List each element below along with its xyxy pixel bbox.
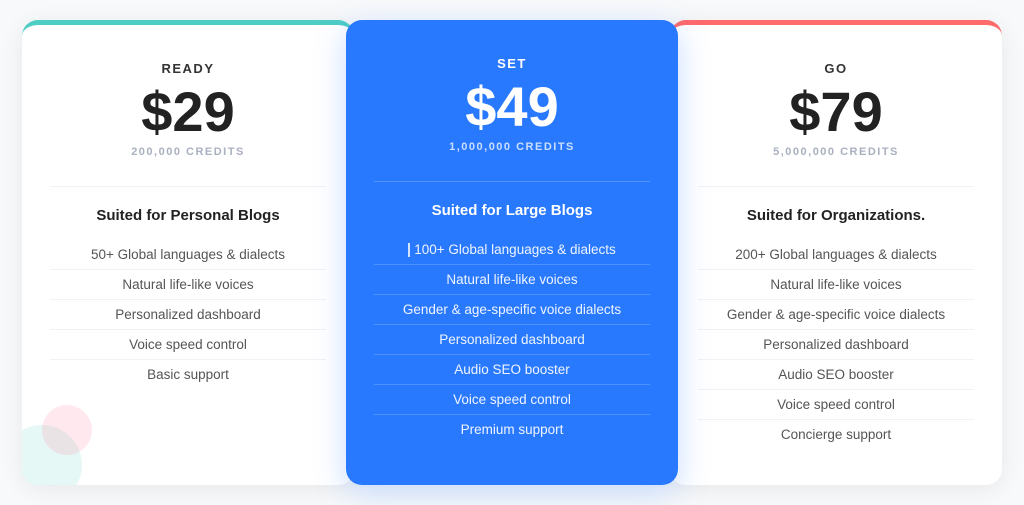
feature-item: Voice speed control — [374, 385, 650, 415]
cursor-bar — [408, 243, 410, 257]
plan-price-set: $49 — [465, 79, 558, 135]
plan-credits-go: 5,000,000 CREDITS — [773, 146, 899, 158]
feature-item: 50+ Global languages & dialects — [50, 240, 326, 270]
feature-item: Personalized dashboard — [50, 300, 326, 330]
plan-divider-set — [374, 181, 650, 182]
plan-name-ready: READY — [161, 61, 214, 76]
plan-card-set: SET $49 1,000,000 CREDITS Suited for Large … — [346, 20, 678, 485]
plan-credits-set: 1,000,000 CREDITS — [449, 141, 575, 153]
plan-price-ready: $29 — [141, 84, 234, 140]
plan-features-set: 100+ Global languages & dialectsNatural … — [374, 235, 650, 444]
feature-item: Natural life-like voices — [698, 270, 974, 300]
plan-price-go: $79 — [789, 84, 882, 140]
plan-credits-ready: 200,000 CREDITS — [131, 146, 245, 158]
feature-item: 200+ Global languages & dialects — [698, 240, 974, 270]
plan-card-go: GO $79 5,000,000 CREDITS Suited for Organiz… — [670, 20, 1002, 485]
feature-item: Personalized dashboard — [698, 330, 974, 360]
feature-item: Concierge support — [698, 420, 974, 449]
decoration-circle-2 — [42, 405, 92, 455]
plan-divider-go — [698, 186, 974, 187]
feature-item: Basic support — [50, 360, 326, 389]
plan-name-set: SET — [497, 56, 527, 71]
feature-item: 100+ Global languages & dialects — [374, 235, 650, 265]
feature-item: Gender & age-specific voice dialects — [374, 295, 650, 325]
feature-item: Audio SEO booster — [374, 355, 650, 385]
feature-item: Voice speed control — [698, 390, 974, 420]
feature-item: Audio SEO booster — [698, 360, 974, 390]
feature-item: Personalized dashboard — [374, 325, 650, 355]
feature-item: Voice speed control — [50, 330, 326, 360]
feature-item: Premium support — [374, 415, 650, 444]
plan-name-go: GO — [824, 61, 847, 76]
plan-tagline-ready: Suited for Personal Blogs — [96, 207, 279, 224]
plan-tagline-set: Suited for Large Blogs — [432, 202, 593, 219]
plan-features-go: 200+ Global languages & dialectsNatural … — [698, 240, 974, 449]
feature-item: Gender & age-specific voice dialects — [698, 300, 974, 330]
plan-card-ready: READY $29 200,000 CREDITS Suited for Person… — [22, 20, 354, 485]
feature-item: Natural life-like voices — [374, 265, 650, 295]
feature-item: Natural life-like voices — [50, 270, 326, 300]
plan-tagline-go: Suited for Organizations. — [747, 207, 925, 224]
pricing-container: READY $29 200,000 CREDITS Suited for Person… — [22, 20, 1002, 485]
plan-features-ready: 50+ Global languages & dialectsNatural l… — [50, 240, 326, 389]
plan-divider-ready — [50, 186, 326, 187]
